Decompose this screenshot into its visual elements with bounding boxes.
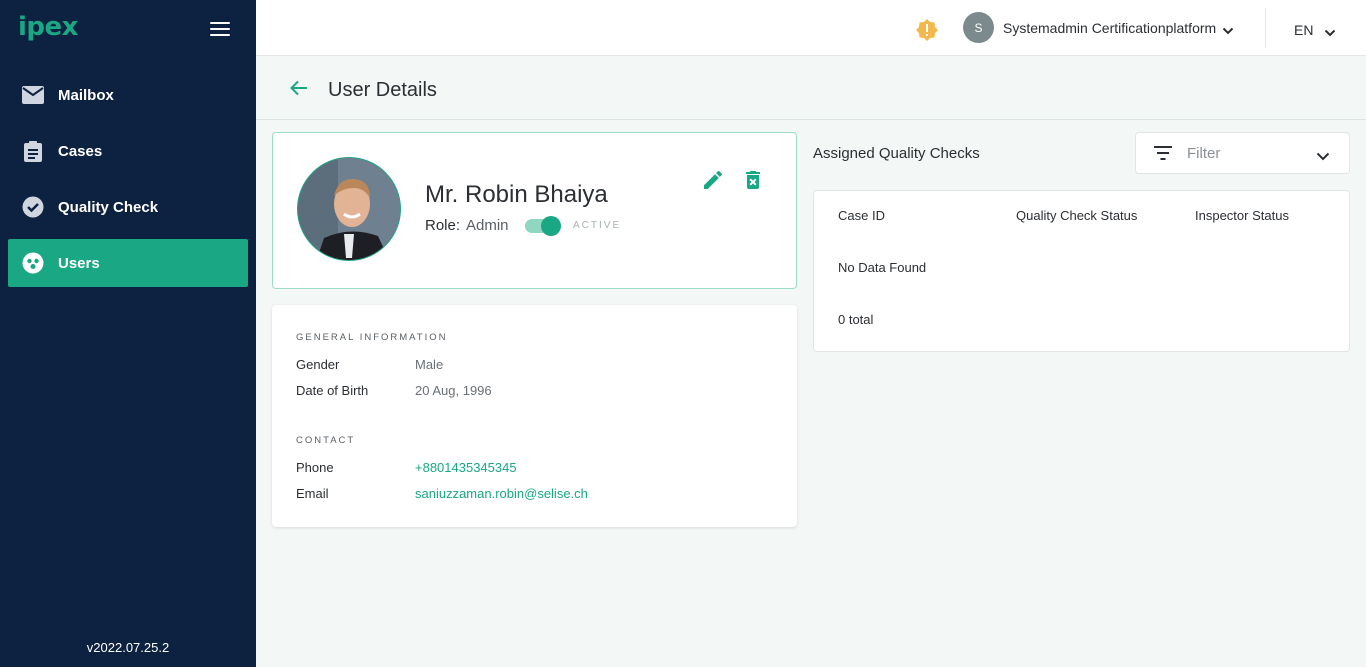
profile-photo bbox=[297, 157, 401, 261]
email-label: Email bbox=[296, 486, 329, 501]
column-header-quality-check-status[interactable]: Quality Check Status bbox=[1016, 208, 1137, 223]
sidebar-nav: Mailbox Cases Quality Check Users bbox=[8, 71, 248, 295]
column-header-case-id[interactable]: Case ID bbox=[838, 208, 885, 223]
filter-label: Filter bbox=[1187, 145, 1221, 162]
phone-link[interactable]: +8801435345345 bbox=[415, 460, 517, 475]
email-link[interactable]: saniuzzaman.robin@selise.ch bbox=[415, 486, 588, 501]
page-header: User Details bbox=[256, 56, 1366, 120]
general-information-heading: GENERAL INFORMATION bbox=[296, 332, 448, 343]
mail-icon bbox=[22, 84, 44, 106]
sidebar-item-users[interactable]: Users bbox=[8, 239, 248, 287]
chevron-down-icon bbox=[1316, 148, 1330, 166]
sidebar-item-label: Mailbox bbox=[58, 86, 114, 104]
quality-checks-table: Case ID Quality Check Status Inspector S… bbox=[813, 190, 1350, 352]
toggle-knob bbox=[541, 216, 561, 236]
delete-icon[interactable] bbox=[741, 168, 765, 192]
profile-name: Mr. Robin Bhaiya bbox=[425, 181, 608, 208]
sidebar-item-cases[interactable]: Cases bbox=[8, 127, 248, 175]
role-value: Admin bbox=[466, 217, 509, 234]
profile-card: Mr. Robin Bhaiya Role: Admin ACTIVE bbox=[272, 132, 797, 289]
users-icon bbox=[22, 252, 44, 274]
dob-value: 20 Aug, 1996 bbox=[415, 383, 492, 398]
filter-icon bbox=[1154, 146, 1172, 165]
column-header-inspector-status[interactable]: Inspector Status bbox=[1195, 208, 1289, 223]
notification-alert-icon[interactable] bbox=[916, 19, 938, 41]
user-name[interactable]: Systemadmin Certificationplatform bbox=[1003, 20, 1216, 36]
divider bbox=[1265, 8, 1266, 48]
back-arrow-icon[interactable] bbox=[290, 80, 308, 101]
chevron-down-icon[interactable] bbox=[1222, 22, 1234, 40]
status-badge: ACTIVE bbox=[573, 220, 622, 231]
sidebar-item-label: Cases bbox=[58, 142, 103, 160]
role-label: Role: bbox=[425, 217, 461, 234]
status-toggle[interactable] bbox=[525, 216, 561, 236]
sidebar-item-label: Users bbox=[58, 254, 100, 272]
info-card: GENERAL INFORMATION Gender Male Date of … bbox=[272, 305, 797, 527]
dob-label: Date of Birth bbox=[296, 383, 369, 398]
language-selector[interactable]: EN bbox=[1294, 22, 1313, 38]
sidebar-item-quality-check[interactable]: Quality Check bbox=[8, 183, 248, 231]
page-title: User Details bbox=[328, 79, 437, 101]
top-bar: S Systemadmin Certificationplatform EN bbox=[256, 0, 1366, 56]
check-circle-icon bbox=[22, 196, 44, 218]
contact-heading: CONTACT bbox=[296, 435, 356, 446]
filter-dropdown[interactable]: Filter bbox=[1135, 132, 1350, 174]
chevron-down-icon[interactable] bbox=[1324, 24, 1336, 42]
total-count: 0 total bbox=[838, 312, 874, 327]
gender-value: Male bbox=[415, 357, 444, 372]
app-version: v2022.07.25.2 bbox=[86, 640, 170, 655]
sidebar-item-label: Quality Check bbox=[58, 198, 159, 216]
clipboard-icon bbox=[22, 140, 44, 162]
assigned-quality-checks-title: Assigned Quality Checks bbox=[813, 145, 980, 162]
gender-label: Gender bbox=[296, 357, 340, 372]
phone-label: Phone bbox=[296, 460, 334, 475]
avatar[interactable]: S bbox=[963, 12, 994, 43]
menu-toggle-icon[interactable] bbox=[210, 22, 230, 36]
sidebar-item-mailbox[interactable]: Mailbox bbox=[8, 71, 248, 119]
app-logo[interactable]: ipex bbox=[18, 12, 78, 42]
sidebar: ipex Mailbox Cases Quality Check Users v… bbox=[0, 0, 256, 667]
empty-state-text: No Data Found bbox=[838, 260, 927, 275]
edit-icon[interactable] bbox=[701, 168, 725, 192]
